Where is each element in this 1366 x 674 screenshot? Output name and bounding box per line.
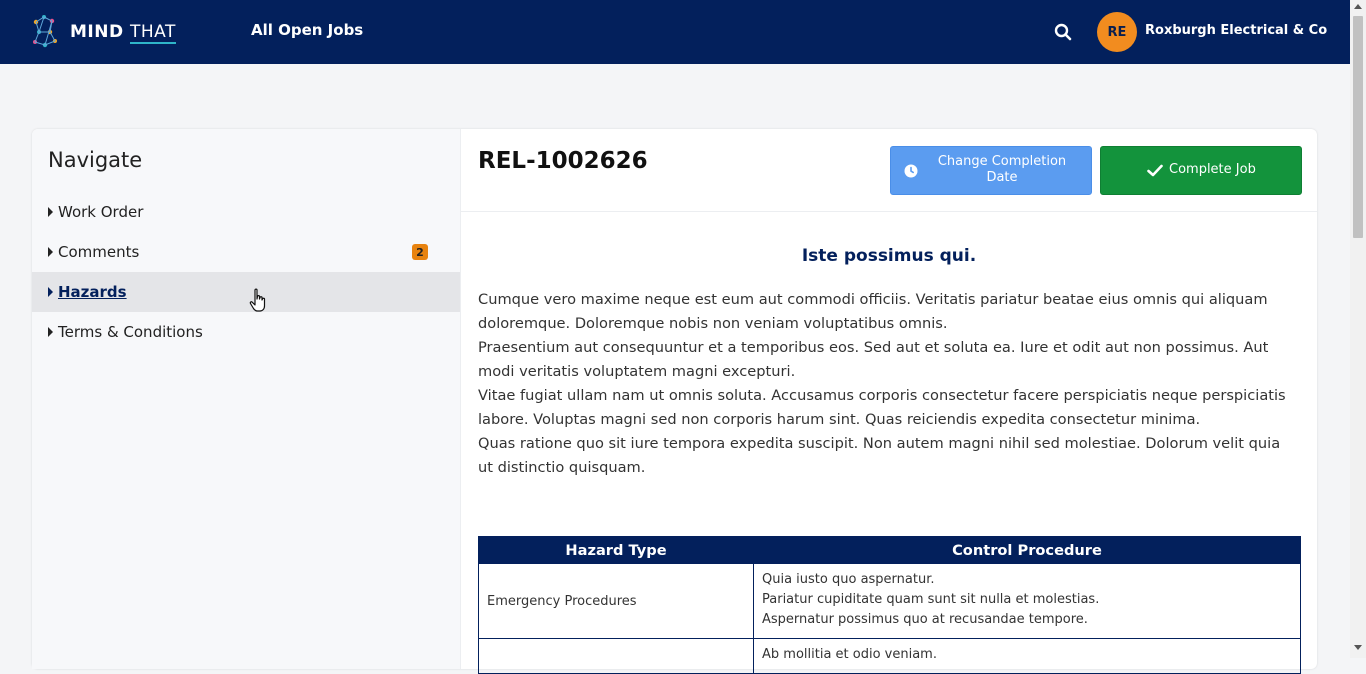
control-procedure-cell: Quia iusto quo aspernatur. Pariatur cupi… (753, 563, 1301, 639)
sidebar-title: Navigate (48, 148, 143, 172)
table-row: Ab mollitia et odio veniam. (478, 638, 1301, 674)
logo-icon (33, 15, 57, 48)
logo-text: MIND THAT (70, 22, 176, 44)
scroll-thumb[interactable] (1353, 16, 1363, 238)
sidebar-item-work-order[interactable]: Work Order (32, 192, 460, 232)
sidebar: Navigate Work Order Comments 2 Hazards T… (32, 129, 461, 669)
paragraph: Cumque vero maxime neque est eum aut com… (478, 291, 1268, 332)
scroll-up-arrow-icon[interactable] (1354, 4, 1362, 9)
caret-right-icon (48, 327, 53, 337)
control-line: Quia iusto quo aspernatur. (762, 572, 935, 587)
logo-text-bold: MIND (70, 22, 124, 42)
hazard-type-cell: Emergency Procedures (478, 563, 754, 639)
sidebar-item-terms[interactable]: Terms & Conditions (32, 312, 460, 352)
sidebar-item-label: Comments (58, 243, 140, 261)
table-row: Emergency Procedures Quia iusto quo aspe… (478, 563, 1301, 639)
job-header: REL-1002626 Change Completion Date Compl… (461, 129, 1317, 212)
hazard-type-cell (478, 638, 754, 674)
change-completion-date-label: Change Completion Date (937, 154, 1067, 185)
hand-cursor-icon (249, 288, 266, 312)
job-card: Navigate Work Order Comments 2 Hazards T… (32, 129, 1317, 674)
caret-right-icon (48, 247, 53, 257)
comments-count-badge: 2 (412, 244, 428, 260)
table-header-row: Hazard Type Control Procedure (478, 536, 1301, 564)
control-procedure-cell: Ab mollitia et odio veniam. (753, 638, 1301, 674)
top-navbar: MIND THAT All Open Jobs RE Roxburgh Elec… (0, 0, 1350, 64)
paragraph: Quas ratione quo sit iure tempora expedi… (478, 435, 1281, 476)
check-icon (1147, 164, 1163, 177)
caret-right-icon (48, 287, 53, 297)
complete-job-label: Complete Job (1169, 162, 1256, 177)
control-line: Aspernatur possimus quo at recusandae te… (762, 612, 1088, 627)
logo[interactable]: MIND THAT (30, 12, 176, 52)
main-content: REL-1002626 Change Completion Date Compl… (461, 129, 1317, 674)
nav-all-open-jobs[interactable]: All Open Jobs (251, 21, 363, 39)
complete-job-button[interactable]: Complete Job (1100, 146, 1302, 195)
hazards-table: Hazard Type Control Procedure Emergency … (478, 536, 1301, 674)
caret-right-icon (48, 207, 53, 217)
org-name[interactable]: Roxburgh Electrical & Co (1145, 23, 1327, 38)
clock-icon (904, 164, 918, 178)
paragraph: Vitae fugiat ullam nam ut omnis soluta. … (478, 387, 1286, 428)
control-line: Pariatur cupiditate quam sunt sit nulla … (762, 592, 1100, 607)
logo-text-thin: THAT (130, 22, 176, 44)
avatar[interactable]: RE (1097, 12, 1137, 52)
change-completion-date-button[interactable]: Change Completion Date (890, 146, 1092, 195)
sidebar-item-comments[interactable]: Comments 2 (32, 232, 460, 272)
sidebar-item-hazards[interactable]: Hazards (32, 272, 460, 312)
control-line: Ab mollitia et odio veniam. (762, 647, 937, 662)
scroll-down-arrow-icon[interactable] (1354, 645, 1362, 650)
sidebar-item-label: Hazards (58, 283, 127, 301)
sidebar-item-label: Work Order (58, 203, 144, 221)
search-icon[interactable] (1054, 23, 1072, 45)
hazards-title: Iste possimus qui. (801, 246, 977, 266)
page-scrollbar[interactable] (1350, 0, 1366, 658)
job-id-title: REL-1002626 (478, 148, 648, 174)
paragraph: Praesentium aut consequuntur et a tempor… (478, 339, 1269, 380)
column-header-hazard-type: Hazard Type (478, 536, 754, 564)
sidebar-item-label: Terms & Conditions (58, 323, 203, 341)
hazards-description: Cumque vero maxime neque est eum aut com… (478, 288, 1288, 480)
column-header-control-procedure: Control Procedure (753, 536, 1301, 564)
